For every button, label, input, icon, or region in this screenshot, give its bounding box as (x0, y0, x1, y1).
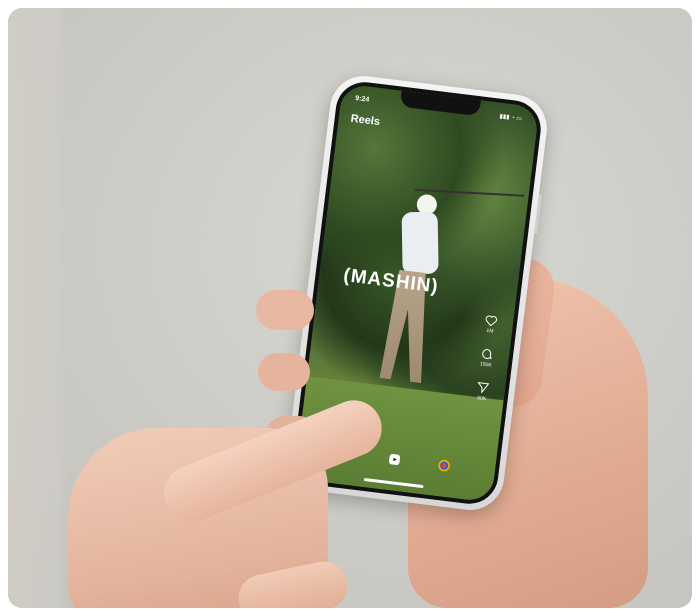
left-grip-finger (258, 353, 310, 391)
like-action[interactable]: 1M (476, 314, 506, 336)
background-blur (8, 8, 68, 608)
comment-count: 150K (479, 361, 492, 369)
side-button (534, 194, 542, 235)
golfer-shirt (401, 211, 439, 275)
left-grip-finger (256, 290, 314, 330)
send-icon (477, 382, 490, 394)
nav-reels[interactable] (385, 449, 405, 469)
share-action[interactable]: 50K (467, 380, 497, 403)
comment-icon (482, 349, 492, 360)
like-count: 1M (486, 327, 494, 335)
reels-icon (389, 453, 401, 466)
nav-profile[interactable] (434, 456, 454, 476)
photo-background: 9:24 ▮▮▮ ◔ ▭ Reels (MASHIN) 1M 150K 50K (8, 8, 692, 608)
share-count: 50K (476, 395, 487, 403)
comment-action[interactable]: 150K (471, 346, 501, 369)
profile-icon (438, 459, 451, 472)
heart-icon (485, 315, 498, 327)
